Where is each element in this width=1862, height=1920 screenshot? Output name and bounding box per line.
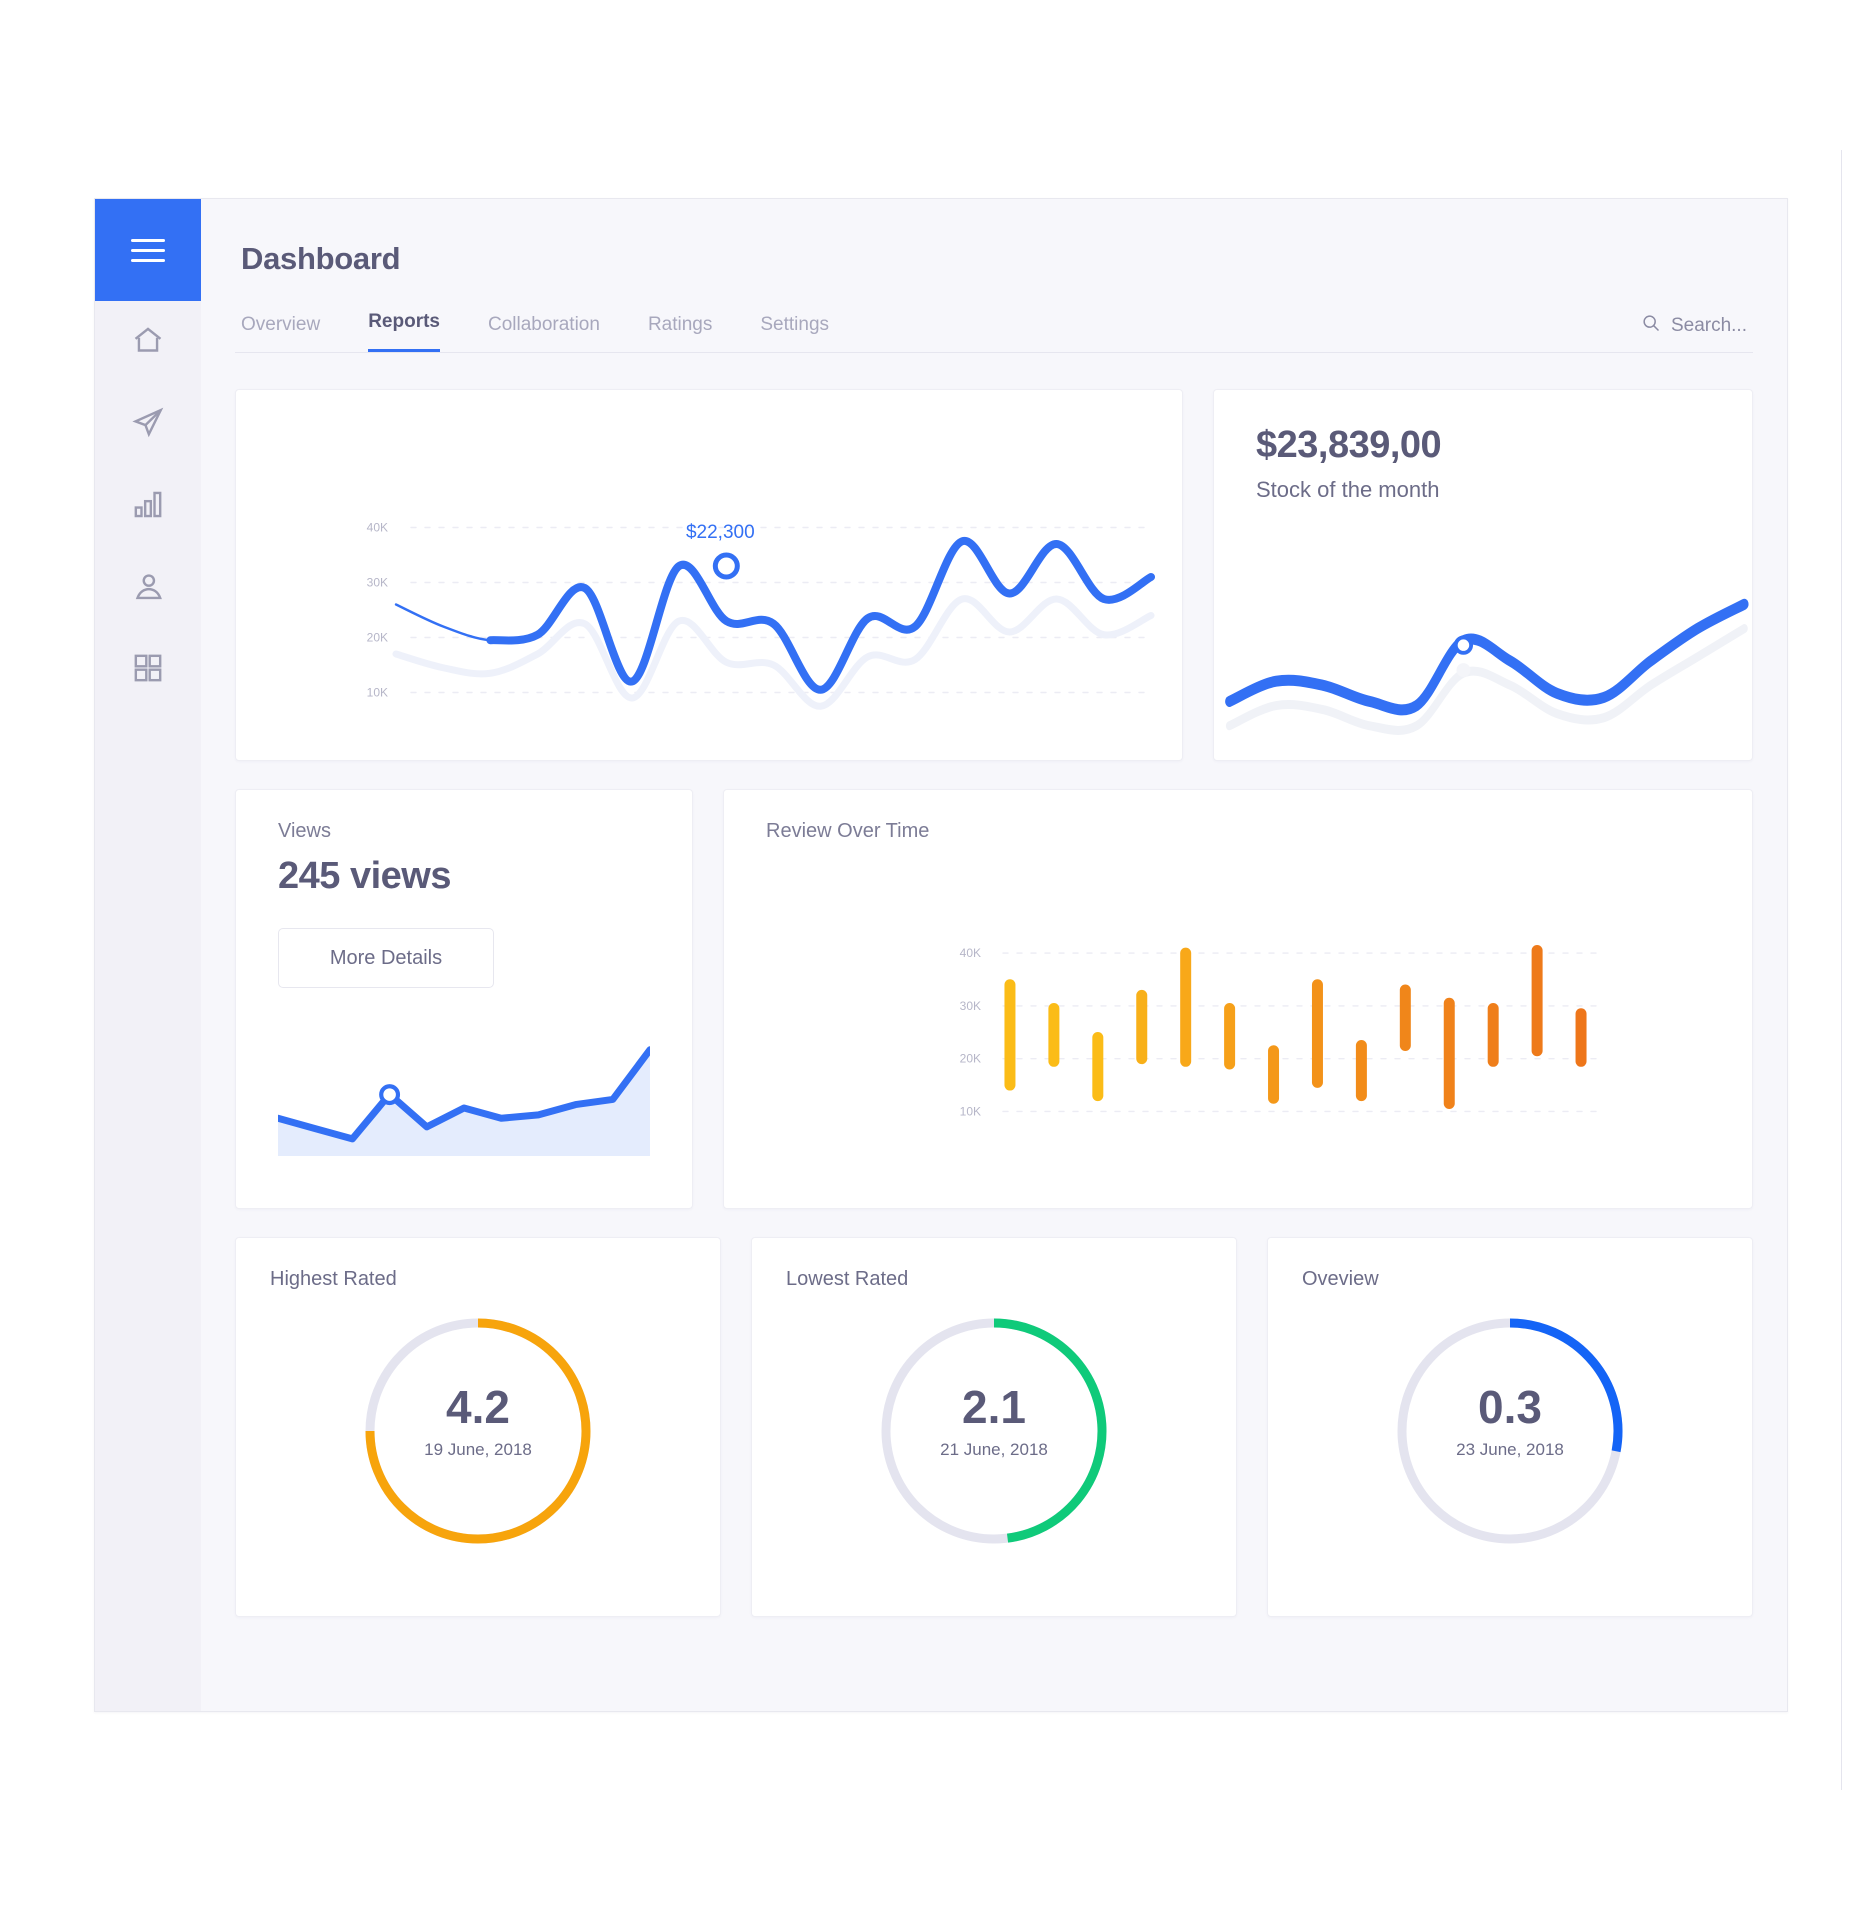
gauge-title: Highest Rated	[270, 1268, 397, 1290]
hamburger-icon	[131, 238, 165, 262]
revenue-line-chart: 40K 30K 20K 10K $22,300	[367, 521, 1155, 710]
gauge-title: Oveview	[1302, 1268, 1379, 1290]
sidebar-item-analytics[interactable]	[95, 465, 201, 547]
range-bars-group	[1004, 944, 1587, 1110]
main-content: Dashboard Overview Reports Collaboration…	[201, 199, 1787, 1711]
gauge-container: 2.1 21 June, 2018	[752, 1305, 1236, 1557]
row-gauges: Highest Rated 4.2 19 June, 2018 Lowest R…	[235, 1237, 1753, 1617]
search-icon	[1641, 313, 1661, 338]
views-marker-layer	[379, 1084, 401, 1106]
views-label: Views	[278, 820, 331, 842]
dashboard-window: Dashboard Overview Reports Collaboration…	[94, 198, 1788, 1712]
review-chart-title: Review Over Time	[766, 820, 930, 842]
user-icon	[131, 569, 165, 608]
views-card: Views 245 views More Details	[235, 789, 693, 1209]
svg-text:30K: 30K	[960, 999, 981, 1013]
sidebar-item-profile[interactable]	[95, 547, 201, 629]
tab-overview[interactable]: Overview	[241, 304, 320, 352]
svg-text:40K: 40K	[367, 521, 388, 535]
stock-label: Stock of the month	[1256, 477, 1440, 502]
svg-text:20K: 20K	[367, 631, 388, 645]
views-value: 245 views	[278, 855, 451, 897]
review-over-time-card: Review Over Time 40K 30K 20K 10K	[723, 789, 1753, 1209]
search-input[interactable]: Search...	[1641, 313, 1747, 338]
send-icon	[131, 405, 165, 444]
window-edge-line	[1841, 150, 1842, 1790]
more-details-button[interactable]: More Details	[278, 928, 494, 988]
svg-text:10K: 10K	[367, 686, 388, 700]
gauge-date: 19 June, 2018	[424, 1440, 532, 1459]
chart-y-axis-labels: 40K 30K 20K 10K	[367, 521, 388, 700]
tab-settings[interactable]: Settings	[760, 304, 829, 352]
bar-chart-icon	[131, 487, 165, 526]
gauge-value: 2.1	[962, 1381, 1026, 1433]
review-range-bar-chart: 40K 30K 20K 10K	[960, 944, 1604, 1118]
tab-reports[interactable]: Reports	[368, 301, 440, 352]
previous-series-line	[392, 595, 1155, 710]
sidebar	[95, 199, 201, 1711]
page-title: Dashboard	[241, 241, 401, 276]
gauge-container: 0.3 23 June, 2018	[1268, 1305, 1752, 1557]
gauge-date: 23 June, 2018	[1456, 1440, 1564, 1459]
tab-ratings[interactable]: Ratings	[648, 304, 712, 352]
value-tooltip: $22,300	[686, 522, 755, 543]
revenue-chart-card: 40K 30K 20K 10K $22,300	[235, 389, 1183, 761]
chart-y-axis-labels: 40K 30K 20K 10K	[960, 946, 981, 1118]
search-placeholder: Search...	[1670, 314, 1747, 336]
stock-value: $23,839,00	[1256, 424, 1442, 466]
svg-text:40K: 40K	[960, 946, 981, 960]
gauge-card-lowest-rated: Lowest Rated 2.1 21 June, 2018	[751, 1237, 1237, 1617]
views-data-point-marker[interactable]	[379, 1084, 401, 1106]
tab-bar: Overview Reports Collaboration Ratings S…	[235, 301, 1753, 353]
svg-text:20K: 20K	[960, 1052, 981, 1066]
sidebar-item-apps[interactable]	[95, 629, 201, 711]
sidebar-item-home[interactable]	[95, 301, 201, 383]
gauge-title: Lowest Rated	[786, 1268, 909, 1290]
row-charts-middle: Views 245 views More Details Review Over…	[235, 789, 1753, 1209]
row-charts-top: 40K 30K 20K 10K $22,300 $23,839,00 Stock of…	[235, 389, 1753, 761]
current-series-line	[486, 537, 1155, 694]
svg-text:10K: 10K	[960, 1104, 981, 1118]
current-series-lead-in	[394, 603, 539, 642]
stock-data-point-marker[interactable]	[1453, 635, 1474, 655]
gauge-date: 21 June, 2018	[940, 1440, 1048, 1459]
sidebar-item-send[interactable]	[95, 383, 201, 465]
data-point-marker[interactable]	[712, 552, 740, 580]
svg-text:30K: 30K	[367, 576, 388, 590]
gauge-value: 4.2	[446, 1381, 510, 1433]
gauge-card-overview: Oveview 0.3 23 June, 2018	[1267, 1237, 1753, 1617]
gauge-card-highest-rated: Highest Rated 4.2 19 June, 2018	[235, 1237, 721, 1617]
stock-card: $23,839,00 Stock of the month	[1213, 389, 1753, 761]
gauge-container: 4.2 19 June, 2018	[236, 1305, 720, 1557]
hamburger-menu-button[interactable]	[95, 199, 201, 301]
donut-gauge: 0.3 23 June, 2018	[1397, 1318, 1623, 1544]
grid-icon	[131, 651, 165, 690]
donut-gauge: 2.1 21 June, 2018	[881, 1318, 1107, 1544]
home-icon	[131, 323, 165, 362]
stock-marker-layer	[1453, 635, 1474, 677]
stock-shadow-marker	[1456, 663, 1471, 677]
donut-gauge: 4.2 19 June, 2018	[365, 1318, 591, 1544]
tab-collaboration[interactable]: Collaboration	[488, 304, 600, 352]
gauge-value: 0.3	[1478, 1381, 1542, 1433]
